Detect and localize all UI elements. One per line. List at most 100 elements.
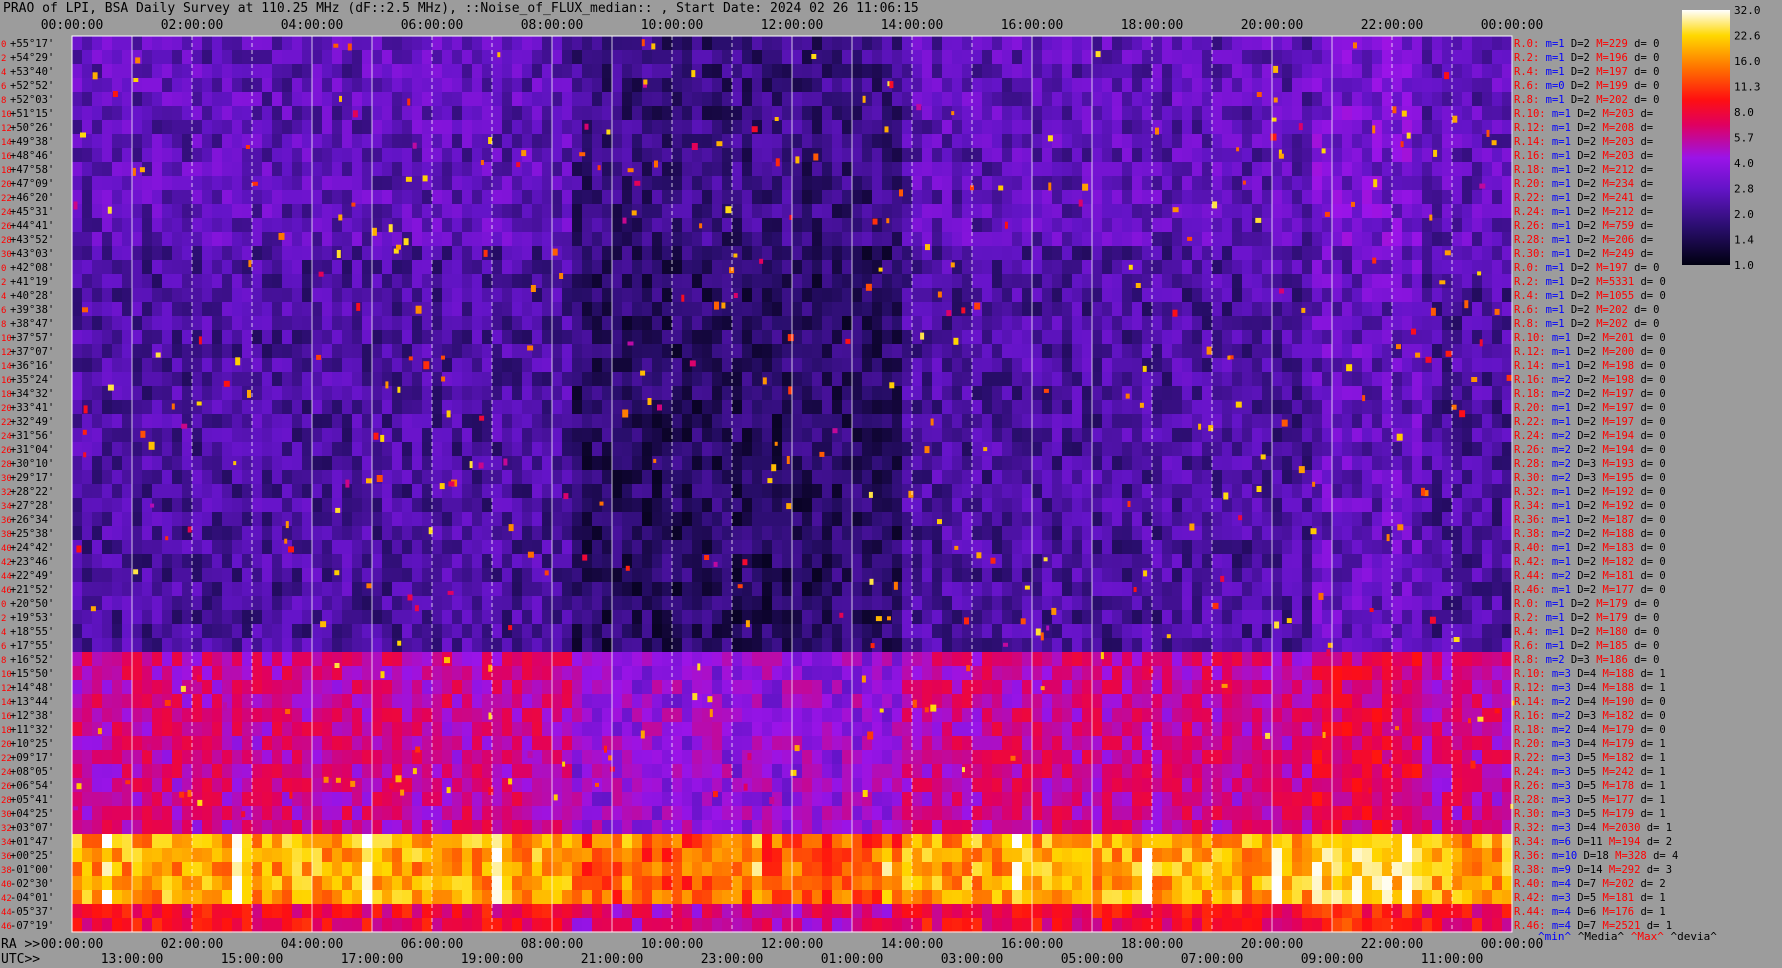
heatmap-cell	[712, 386, 723, 401]
heatmap-cell	[1432, 316, 1443, 331]
heatmap-cell	[1452, 204, 1463, 219]
heatmap-cell	[1492, 428, 1503, 443]
heatmap-cell	[1092, 358, 1103, 373]
heatmap-cell	[112, 176, 123, 191]
heatmap-cell	[742, 428, 753, 443]
heatmap-cell	[1022, 330, 1033, 345]
heatmap-cell	[372, 358, 383, 373]
heatmap-cell	[1072, 246, 1083, 261]
heatmap-cell	[992, 246, 1003, 261]
heatmap-cell	[182, 204, 193, 219]
heatmap-cell	[1042, 232, 1053, 247]
heatmap-cell	[182, 372, 193, 387]
heatmap-cell	[1362, 176, 1373, 191]
heatmap-cell	[732, 330, 743, 345]
heatmap-cell	[1212, 162, 1223, 177]
heatmap-cell	[162, 274, 173, 289]
heatmap-cell	[1282, 204, 1293, 219]
heatmap-cell	[602, 288, 613, 303]
heatmap-cell	[1412, 260, 1423, 275]
heatmap-cell	[102, 246, 113, 261]
heatmap-cell	[282, 414, 293, 429]
heatmap-cell	[1102, 134, 1113, 149]
heatmap-cell	[1042, 246, 1053, 261]
heatmap-cell	[282, 358, 293, 373]
heatmap-cell	[662, 246, 673, 261]
heatmap-cell	[1142, 78, 1153, 93]
heatmap-cell	[852, 232, 863, 247]
heatmap-cell	[1102, 162, 1113, 177]
heatmap-cell	[1312, 64, 1323, 79]
heatmap-cell	[642, 302, 653, 317]
heatmap-cell	[1132, 288, 1143, 303]
heatmap-cell	[642, 218, 653, 233]
heatmap-cell	[1252, 358, 1263, 373]
heatmap-cell	[492, 456, 503, 471]
heatmap-cell	[1462, 498, 1473, 513]
heatmap-cell	[282, 302, 293, 317]
heatmap-cell	[512, 232, 523, 247]
heatmap-cell	[992, 78, 1003, 93]
heatmap-cell	[432, 134, 443, 149]
heatmap-cell	[632, 302, 643, 317]
heatmap-cell	[112, 120, 123, 135]
heatmap-cell	[452, 414, 463, 429]
heatmap-cell	[192, 106, 203, 121]
heatmap-cell	[162, 106, 173, 121]
heatmap-cell	[572, 260, 583, 275]
heatmap-cell	[1472, 134, 1483, 149]
heatmap-cell	[1062, 358, 1073, 373]
heatmap-cell	[1042, 64, 1053, 79]
heatmap-cell	[232, 162, 243, 177]
heatmap-cell	[1252, 78, 1263, 93]
heatmap-cell	[1202, 218, 1213, 233]
heatmap-cell	[582, 302, 593, 317]
heatmap-cell	[832, 456, 843, 471]
heatmap-cell	[1022, 92, 1033, 107]
heatmap-cell	[1002, 134, 1013, 149]
heatmap-cell	[112, 218, 123, 233]
heatmap-cell	[602, 176, 613, 191]
heatmap-cell	[942, 344, 953, 359]
heatmap-cell	[1242, 148, 1253, 163]
heatmap-cell	[232, 470, 243, 485]
heatmap-cell	[442, 148, 453, 163]
heatmap-cell	[892, 316, 903, 331]
heatmap-cell	[1392, 456, 1403, 471]
heatmap-cell	[1482, 414, 1493, 429]
heatmap-cell	[992, 386, 1003, 401]
heatmap-cell	[962, 442, 973, 457]
heatmap-cell	[252, 78, 263, 93]
heatmap-cell	[832, 330, 843, 345]
heatmap-cell	[192, 232, 203, 247]
heatmap-cell	[382, 358, 393, 373]
heatmap-cell	[1492, 176, 1503, 191]
heatmap-cell	[132, 148, 143, 163]
heatmap-cell	[1152, 316, 1163, 331]
heatmap-cell	[1082, 484, 1093, 499]
heatmap-cell	[882, 316, 893, 331]
heatmap-cell	[142, 120, 153, 135]
heatmap-cell	[862, 344, 873, 359]
heatmap-cell	[952, 414, 963, 429]
heatmap-cell	[862, 176, 873, 191]
heatmap-cell	[912, 134, 923, 149]
heatmap-cell	[782, 288, 793, 303]
heatmap-cell	[552, 176, 563, 191]
heatmap-cell	[72, 358, 83, 373]
heatmap-cell	[1122, 78, 1133, 93]
heatmap-cell	[1352, 64, 1363, 79]
heatmap-cell	[672, 358, 683, 373]
heatmap-cell	[1172, 232, 1183, 247]
heatmap-cell	[1022, 316, 1033, 331]
heatmap-cell	[1112, 50, 1123, 65]
heatmap-cell	[1072, 302, 1083, 317]
heatmap-cell	[1392, 36, 1403, 51]
heatmap-cell	[1492, 78, 1503, 93]
heatmap-cell	[672, 512, 683, 527]
heatmap-cell	[402, 120, 413, 135]
heatmap-cell	[1302, 64, 1313, 79]
heatmap-cell	[1142, 232, 1153, 247]
heatmap-cell	[982, 120, 993, 135]
heatmap-cell	[282, 316, 293, 331]
